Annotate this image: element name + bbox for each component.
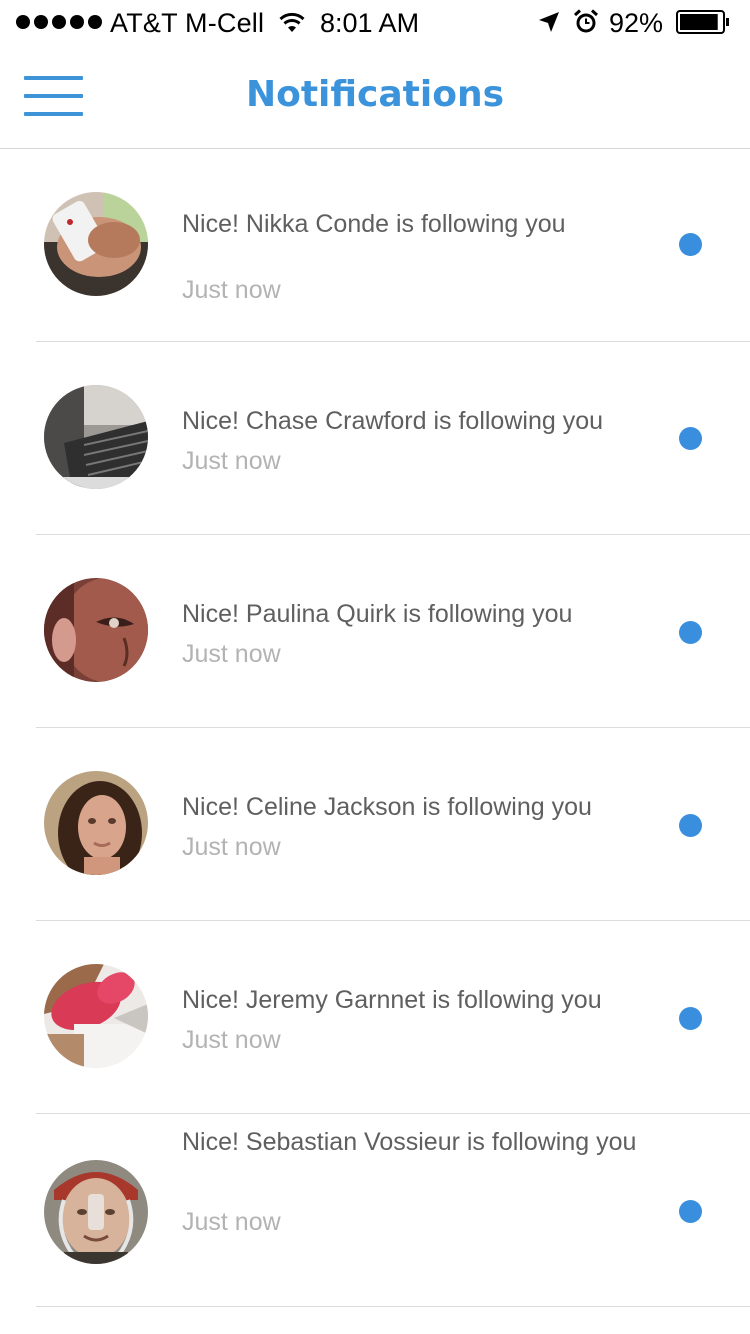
unread-indicator [679, 1007, 702, 1030]
wifi-icon [279, 12, 305, 32]
avatar[interactable] [44, 771, 148, 875]
notification-row[interactable]: Nice! Celine Jackson is following you Ju… [0, 728, 750, 921]
signal-strength-icon [16, 15, 102, 29]
avatar[interactable] [44, 1160, 148, 1264]
notification-time: Just now [182, 1026, 281, 1054]
avatar[interactable] [44, 385, 148, 489]
status-time: 8:01 AM [320, 8, 420, 38]
notification-text: Nice! Paulina Quirk is following you [182, 600, 573, 628]
notification-text: Nice! Nikka Conde is following you [182, 210, 566, 238]
notifications-screen: AT&T M-Cell 8:01 AM 92% Notifications Ni… [0, 0, 750, 1334]
status-bar: AT&T M-Cell 8:01 AM 92% [0, 0, 750, 46]
notification-row[interactable]: Nice! Paulina Quirk is following you Jus… [0, 535, 750, 728]
carrier-name: AT&T M-Cell [110, 8, 265, 38]
notifications-list: Nice! Nikka Conde is following you Just … [0, 149, 750, 1307]
battery-percent: 92% [609, 8, 664, 38]
notification-row[interactable]: Nice! Jeremy Garnnet is following you Ju… [0, 921, 750, 1114]
notification-time: Just now [182, 447, 281, 475]
page-title: Notifications [245, 74, 505, 115]
notification-time: Just now [182, 1208, 281, 1236]
notification-row[interactable]: Nice! Chase Crawford is following you Ju… [0, 342, 750, 535]
notification-row[interactable]: Nice! Sebastian Vossieur is following yo… [0, 1114, 750, 1307]
notification-row[interactable]: Nice! Nikka Conde is following you Just … [0, 149, 750, 342]
location-arrow-icon [539, 12, 559, 32]
unread-indicator [679, 233, 702, 256]
avatar[interactable] [44, 964, 148, 1068]
unread-indicator [679, 427, 702, 450]
navigation-bar: Notifications [0, 46, 750, 149]
unread-indicator [679, 814, 702, 837]
battery-icon [676, 10, 729, 34]
notification-text: Nice! Jeremy Garnnet is following you [182, 986, 602, 1014]
notification-time: Just now [182, 276, 281, 304]
notification-text: Nice! Sebastian Vossieur is following yo… [182, 1128, 637, 1156]
notification-time: Just now [182, 640, 281, 668]
row-divider [36, 1306, 750, 1307]
avatar[interactable] [44, 578, 148, 682]
alarm-clock-icon [573, 9, 599, 33]
unread-indicator [679, 1200, 702, 1223]
notification-text: Nice! Chase Crawford is following you [182, 407, 604, 435]
notification-text: Nice! Celine Jackson is following you [182, 793, 592, 821]
notification-time: Just now [182, 833, 281, 861]
avatar[interactable] [44, 192, 148, 296]
unread-indicator [679, 621, 702, 644]
